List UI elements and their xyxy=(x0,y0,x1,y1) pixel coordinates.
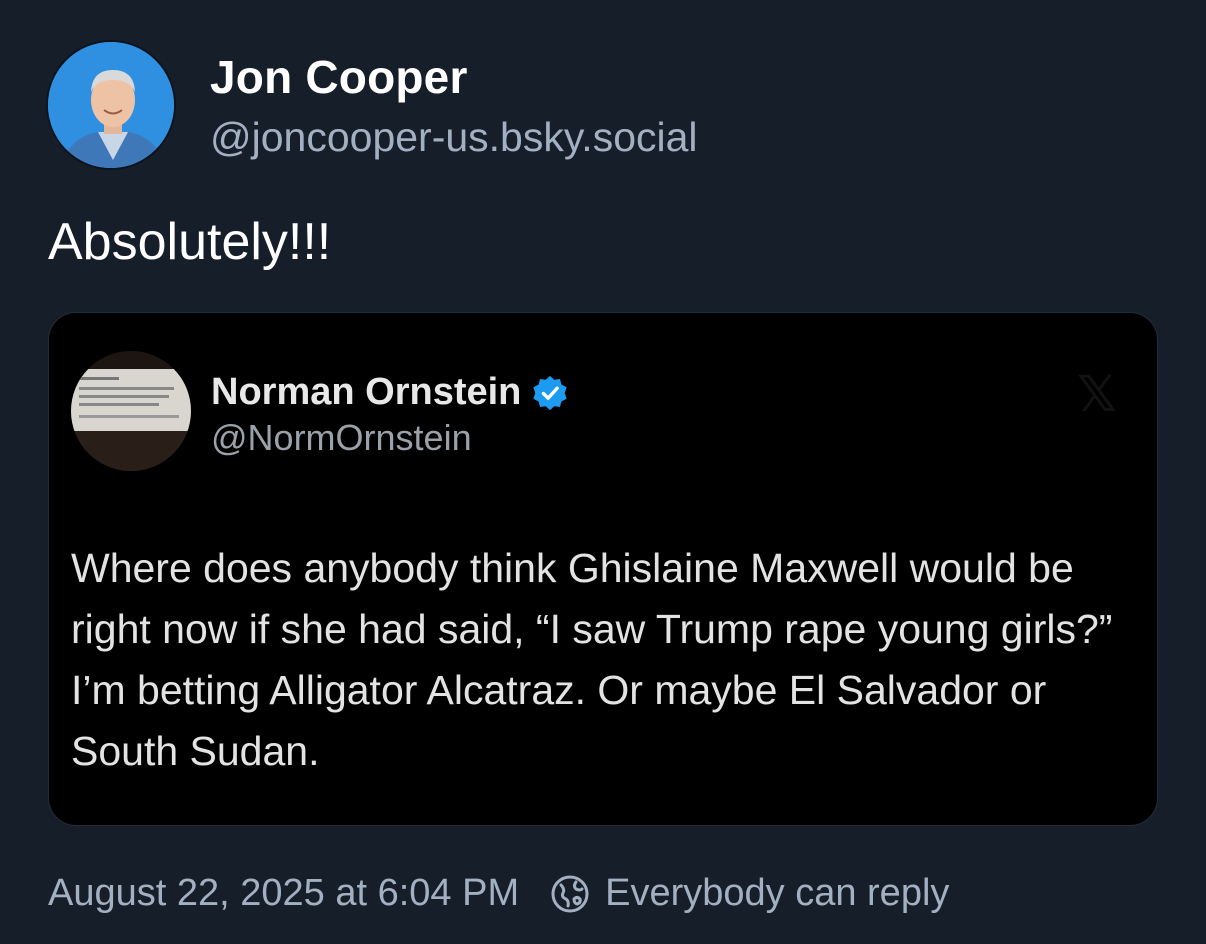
quoted-post-card[interactable]: Norman Ornstein @NormOrnstein 𝕏 Where do… xyxy=(48,312,1158,826)
post-container: Jon Cooper @joncooper-us.bsky.social Abs… xyxy=(0,0,1206,944)
reply-setting[interactable]: Everybody can reply xyxy=(549,872,949,915)
globe-icon xyxy=(551,875,589,912)
post-timestamp[interactable]: August 22, 2025 at 6:04 PM xyxy=(48,872,519,915)
quoted-handle[interactable]: @NormOrnstein xyxy=(211,417,472,459)
quoted-author-avatar-image xyxy=(71,351,191,471)
verified-badge-icon xyxy=(533,375,568,410)
author-avatar[interactable] xyxy=(46,40,176,170)
post-text: Absolutely!!! xyxy=(48,213,332,271)
quoted-post-text: Where does anybody think Ghislaine Maxwe… xyxy=(71,545,1113,774)
quoted-author-avatar[interactable] xyxy=(71,351,191,471)
x-logo-icon: 𝕏 xyxy=(1076,366,1119,422)
author-handle[interactable]: @joncooper-us.bsky.social xyxy=(210,114,698,161)
author-display-name[interactable]: Jon Cooper xyxy=(210,50,468,104)
post-footer: August 22, 2025 at 6:04 PM Everybody can… xyxy=(48,872,949,915)
author-avatar-image xyxy=(48,42,174,168)
reply-setting-label: Everybody can reply xyxy=(605,872,950,914)
quoted-display-name[interactable]: Norman Ornstein xyxy=(211,371,521,414)
quoted-name-row: Norman Ornstein xyxy=(211,371,569,414)
